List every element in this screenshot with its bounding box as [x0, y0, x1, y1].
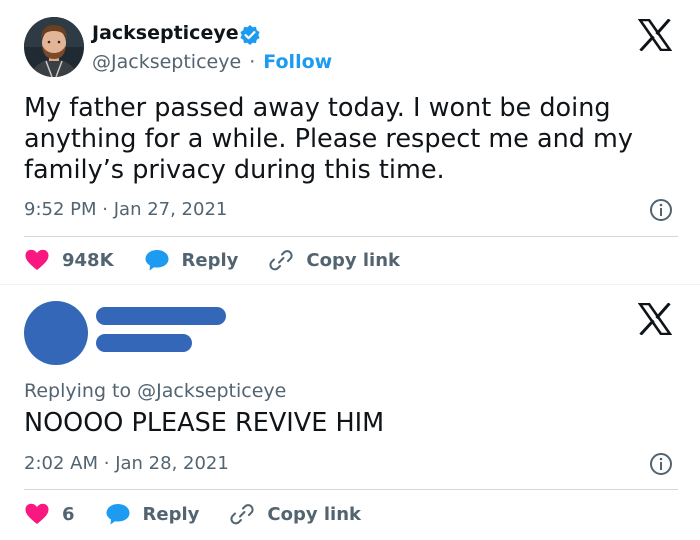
- like-count: 948K: [62, 249, 114, 271]
- x-logo-icon[interactable]: [637, 302, 673, 336]
- reply-text: NOOOO PLEASE REVIVE HIM: [24, 408, 385, 438]
- divider: [24, 236, 678, 237]
- avatar[interactable]: [24, 17, 84, 77]
- separator-dot: ·: [102, 199, 108, 220]
- reply-tweet: Replying to @Jacksepticeye NOOOO PLEASE …: [0, 284, 700, 540]
- reply-button[interactable]: Reply: [144, 248, 239, 272]
- info-icon[interactable]: [649, 452, 673, 476]
- reply-bubble-icon: [145, 250, 169, 271]
- reply-time[interactable]: 2:02 AM: [24, 453, 98, 474]
- handle-row: @Jacksepticeye · Follow: [92, 51, 332, 73]
- x-logo-icon[interactable]: [637, 18, 673, 52]
- heart-icon: [25, 503, 49, 524]
- info-icon[interactable]: [649, 198, 673, 222]
- reply-date[interactable]: Jan 28, 2021: [115, 453, 229, 474]
- like-button[interactable]: 948K: [24, 248, 114, 272]
- replying-to: Replying to @Jacksepticeye: [24, 380, 286, 402]
- replying-to-handle[interactable]: @Jacksepticeye: [137, 380, 286, 402]
- handle[interactable]: @Jacksepticeye: [92, 51, 241, 73]
- link-icon: [230, 504, 254, 525]
- timestamp[interactable]: 9:52 PM · Jan 27, 2021: [24, 199, 227, 220]
- tweet-time[interactable]: 9:52 PM: [24, 199, 97, 220]
- like-count: 6: [62, 503, 75, 525]
- copy-link-label: Copy link: [306, 249, 400, 271]
- copy-link-button[interactable]: Copy link: [229, 502, 361, 526]
- heart-icon: [25, 249, 49, 270]
- link-icon: [269, 250, 293, 271]
- reply-bubble-icon: [106, 504, 130, 525]
- original-tweet: Jacksepticeye @Jacksepticeye · Follow My…: [0, 0, 700, 284]
- action-bar: 948K Reply Copy link: [24, 245, 430, 275]
- separator-dot: ·: [249, 51, 256, 73]
- tweet-text: My father passed away today. I wont be d…: [24, 93, 633, 185]
- follow-button[interactable]: Follow: [263, 51, 332, 73]
- like-button[interactable]: 6: [24, 502, 75, 526]
- timestamp[interactable]: 2:02 AM · Jan 28, 2021: [24, 453, 229, 474]
- reply-label: Reply: [142, 503, 200, 525]
- replying-to-prefix: Replying to: [24, 380, 132, 402]
- tweet-date[interactable]: Jan 27, 2021: [114, 199, 228, 220]
- display-name[interactable]: Jacksepticeye: [92, 22, 239, 44]
- separator-dot: ·: [103, 453, 110, 474]
- verified-badge-icon: [239, 24, 261, 46]
- copy-link-label: Copy link: [267, 503, 361, 525]
- divider: [24, 489, 678, 490]
- redacted-avatar: [24, 301, 88, 365]
- reply-button[interactable]: Reply: [105, 502, 200, 526]
- redacted-handle: [96, 334, 192, 352]
- reply-label: Reply: [181, 249, 239, 271]
- copy-link-button[interactable]: Copy link: [268, 248, 400, 272]
- redacted-display-name: [96, 307, 226, 325]
- action-bar: 6 Reply Copy link: [24, 499, 391, 529]
